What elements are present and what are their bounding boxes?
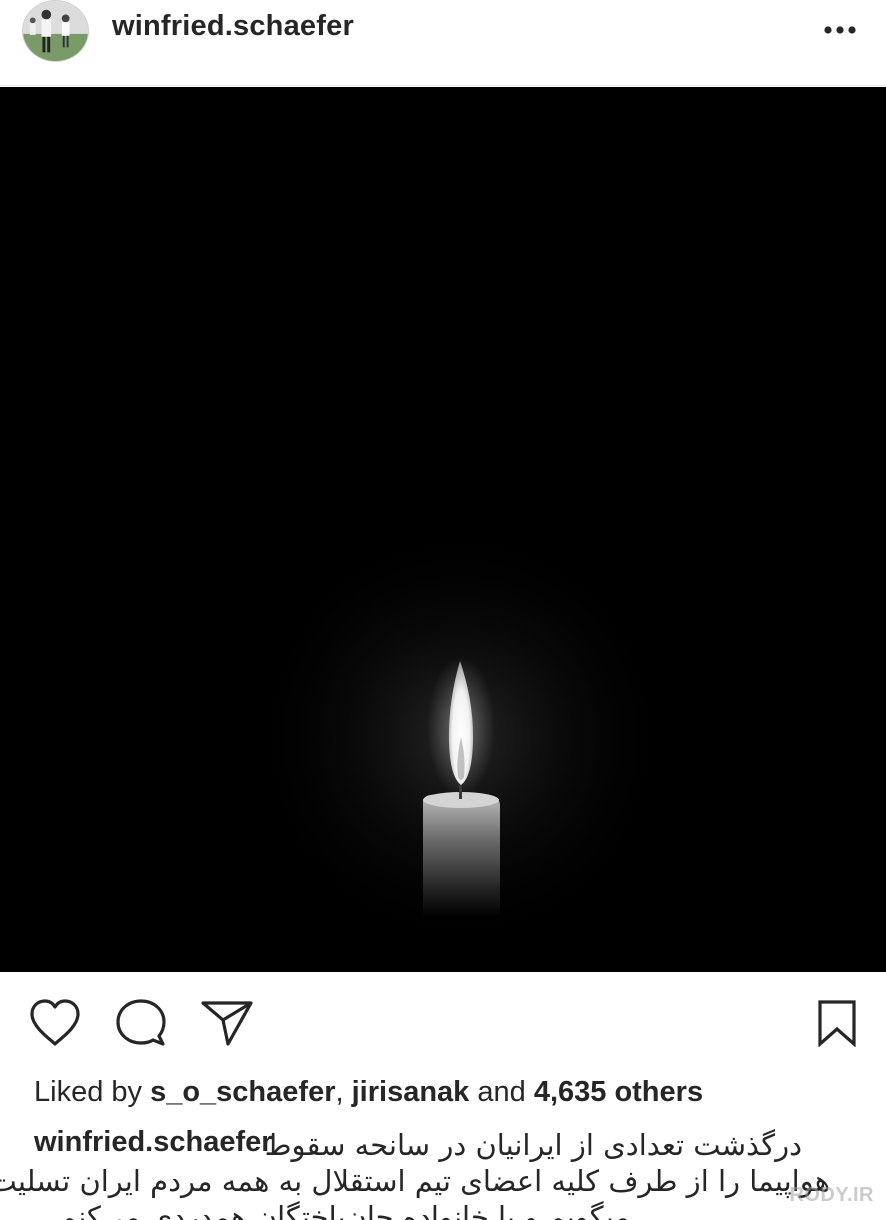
save-button[interactable] <box>806 990 868 1056</box>
paper-plane-icon <box>201 1001 253 1046</box>
caption-username[interactable]: winfried.schaefer <box>34 1126 273 1159</box>
bookmark-icon <box>818 1000 856 1047</box>
avatar[interactable] <box>22 0 89 62</box>
header-username[interactable]: winfried.schaefer <box>112 10 354 43</box>
liker-username-1[interactable]: s_o_schaefer <box>150 1076 335 1108</box>
likes-prefix: Liked by <box>34 1076 143 1108</box>
comment-button[interactable] <box>110 990 172 1056</box>
caption-text-line-3: میگویم و با خانواده جان‌باختگان همدردی م… <box>58 1200 630 1220</box>
instagram-post: winfried.schaefer Liked by s_o_schaefer,… <box>0 0 886 1220</box>
share-button[interactable] <box>196 990 258 1056</box>
candle-image <box>0 87 886 972</box>
profile-photo-icon <box>23 1 88 61</box>
liker-username-2[interactable]: jirisanak <box>352 1076 470 1108</box>
post-header: winfried.schaefer <box>0 0 886 86</box>
action-bar <box>0 990 886 1060</box>
likes-others-count[interactable]: 4,635 others <box>534 1076 703 1108</box>
more-options-button[interactable] <box>816 16 864 44</box>
like-button[interactable] <box>24 990 86 1056</box>
caption-text-line-1: درگذشت تعدادی از ایرانیان در سانحه سقوط <box>264 1128 802 1162</box>
heart-icon <box>30 999 80 1046</box>
likes-separator: , <box>335 1076 344 1108</box>
caption-text-line-2: هواپیما را از طرف کلیه اعضای تیم استقلال… <box>0 1164 830 1198</box>
likes-conjunction: and <box>477 1076 526 1108</box>
likes-summary: Liked by s_o_schaefer, jirisanak and 4,6… <box>34 1076 854 1109</box>
watermark: RODY.IR <box>789 1184 874 1206</box>
ellipsis-icon <box>824 26 856 34</box>
comment-bubble-icon <box>116 999 166 1046</box>
post-photo[interactable] <box>0 87 886 972</box>
